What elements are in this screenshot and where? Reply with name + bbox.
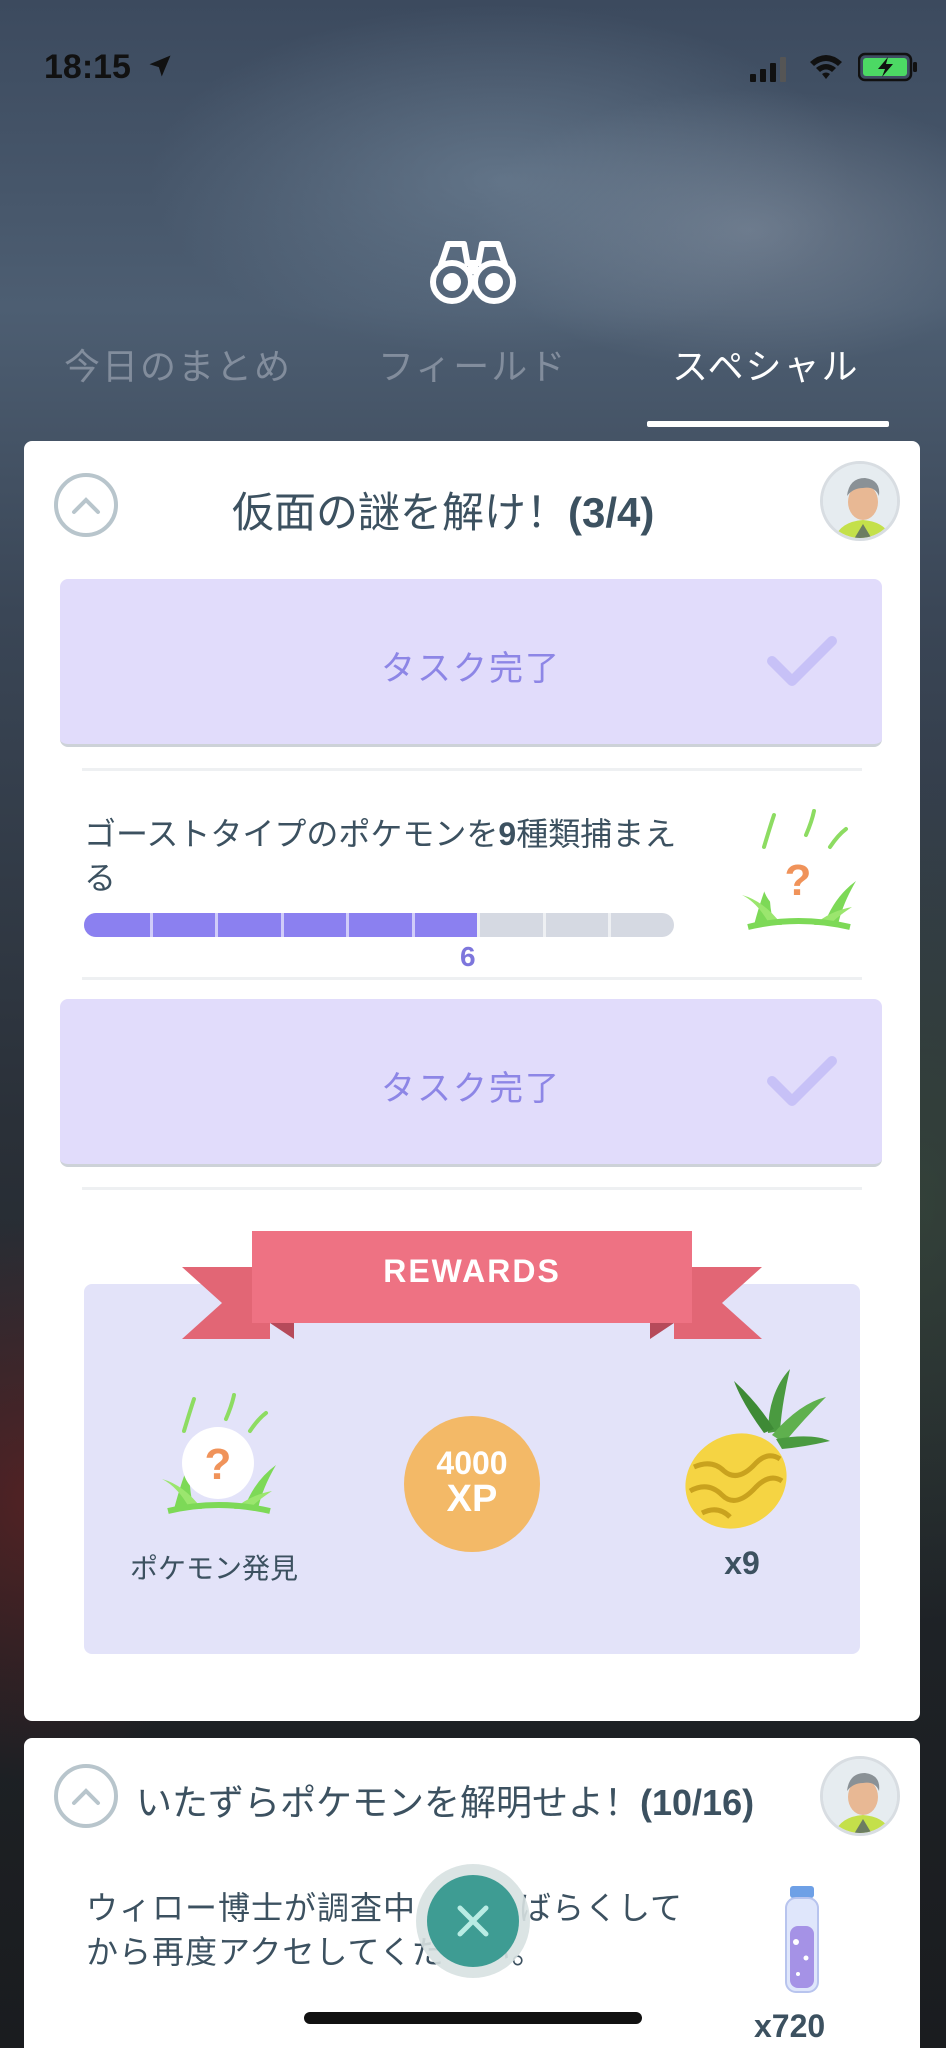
reward-encounter-label: ポケモン発見 (129, 1552, 298, 1585)
professor-willow-icon (823, 1759, 897, 1833)
progress-segment-divider (411, 913, 415, 937)
home-indicator[interactable] (304, 2012, 642, 2024)
collapse-button[interactable] (54, 473, 118, 537)
svg-text:?: ? (205, 1440, 232, 1489)
task-text-number: 9 (498, 816, 517, 852)
progress-segment-divider (542, 913, 546, 937)
progress-segment-divider (608, 913, 612, 937)
message-line-a: ウィロー博士が調査中 (86, 1889, 417, 1927)
xp-unit: XP (446, 1478, 498, 1520)
task-completed-1: タスク完了 (60, 579, 882, 747)
cellular-signal-icon (750, 57, 786, 82)
progress-segment-divider (215, 913, 219, 937)
chevron-up-icon (72, 1788, 100, 1805)
progress-count: 6 (460, 941, 476, 972)
collapse-button[interactable] (54, 1764, 118, 1828)
progress-segment-divider (149, 913, 153, 937)
status-time: 18:15 (44, 48, 131, 86)
pokemon-encounter-icon: ? (742, 809, 856, 930)
task-text-a: ゴーストタイプのポケモンを (84, 815, 499, 853)
professor-willow-icon (823, 464, 897, 538)
divider (82, 977, 862, 980)
wifi-icon (810, 55, 842, 79)
stardust-reward-count: x720 (754, 2008, 826, 2044)
special-research-card: 仮面の謎を解け！(3/4) タスク完了 ゴーストタイプのポケモンを9種類捕まえる… (24, 441, 920, 1721)
reward-pinap-count: x9 (724, 1545, 760, 1581)
pokemon-encounter-icon: ? (162, 1393, 276, 1514)
progress-segment-divider (280, 913, 284, 937)
tab-special[interactable]: スペシャル (672, 338, 859, 390)
research-step: (3/4) (568, 489, 655, 536)
rewards-title: REWARDS (383, 1253, 561, 1289)
second-research-title: いたずらポケモンを解明せよ！(10/16) (136, 1774, 754, 1826)
close-icon (457, 1905, 489, 1937)
tab-field[interactable]: フィールド (378, 338, 567, 390)
task-completed-label: タスク完了 (381, 1069, 561, 1109)
research-title-text: 仮面の謎を解け！ (232, 488, 569, 537)
chevron-up-icon (72, 497, 100, 514)
close-button[interactable] (416, 1864, 530, 1978)
tab-today[interactable]: 今日のまとめ (64, 338, 292, 390)
progress-segment-divider (346, 913, 350, 937)
progress-segment-divider (477, 913, 481, 937)
professor-avatar (820, 461, 900, 541)
task-description: ゴーストタイプのポケモンを9種類捕まえる (84, 812, 704, 900)
research-title: 仮面の謎を解け！(3/4) (232, 479, 654, 540)
checkmark-icon (767, 636, 837, 686)
location-arrow-icon (149, 55, 171, 77)
divider (82, 768, 862, 771)
stardust-vial-icon (785, 1886, 819, 1993)
research-pending-message: ウィロー博士が調査中しばらくしてから再度アクセしてください。 (86, 1886, 686, 1974)
task-completed-label: タスク完了 (381, 649, 561, 689)
checkmark-icon (767, 1056, 837, 1106)
golden-pinap-berry-icon (685, 1369, 830, 1529)
svg-text:?: ? (785, 856, 812, 905)
active-tab-indicator (647, 421, 889, 427)
second-research-title-text: いたずらポケモンを解明せよ！ (136, 1783, 641, 1824)
binoculars-icon (430, 241, 516, 304)
divider (82, 1187, 862, 1190)
task-progress-bar (84, 913, 674, 937)
battery-charging-icon (858, 52, 917, 82)
xp-reward-badge: 4000 XP (404, 1416, 540, 1552)
professor-avatar (820, 1756, 900, 1836)
second-research-step: (10/16) (640, 1782, 755, 1823)
close-button-inner (427, 1875, 519, 1967)
task-completed-2: タスク完了 (60, 999, 882, 1167)
xp-amount: 4000 (436, 1445, 508, 1481)
